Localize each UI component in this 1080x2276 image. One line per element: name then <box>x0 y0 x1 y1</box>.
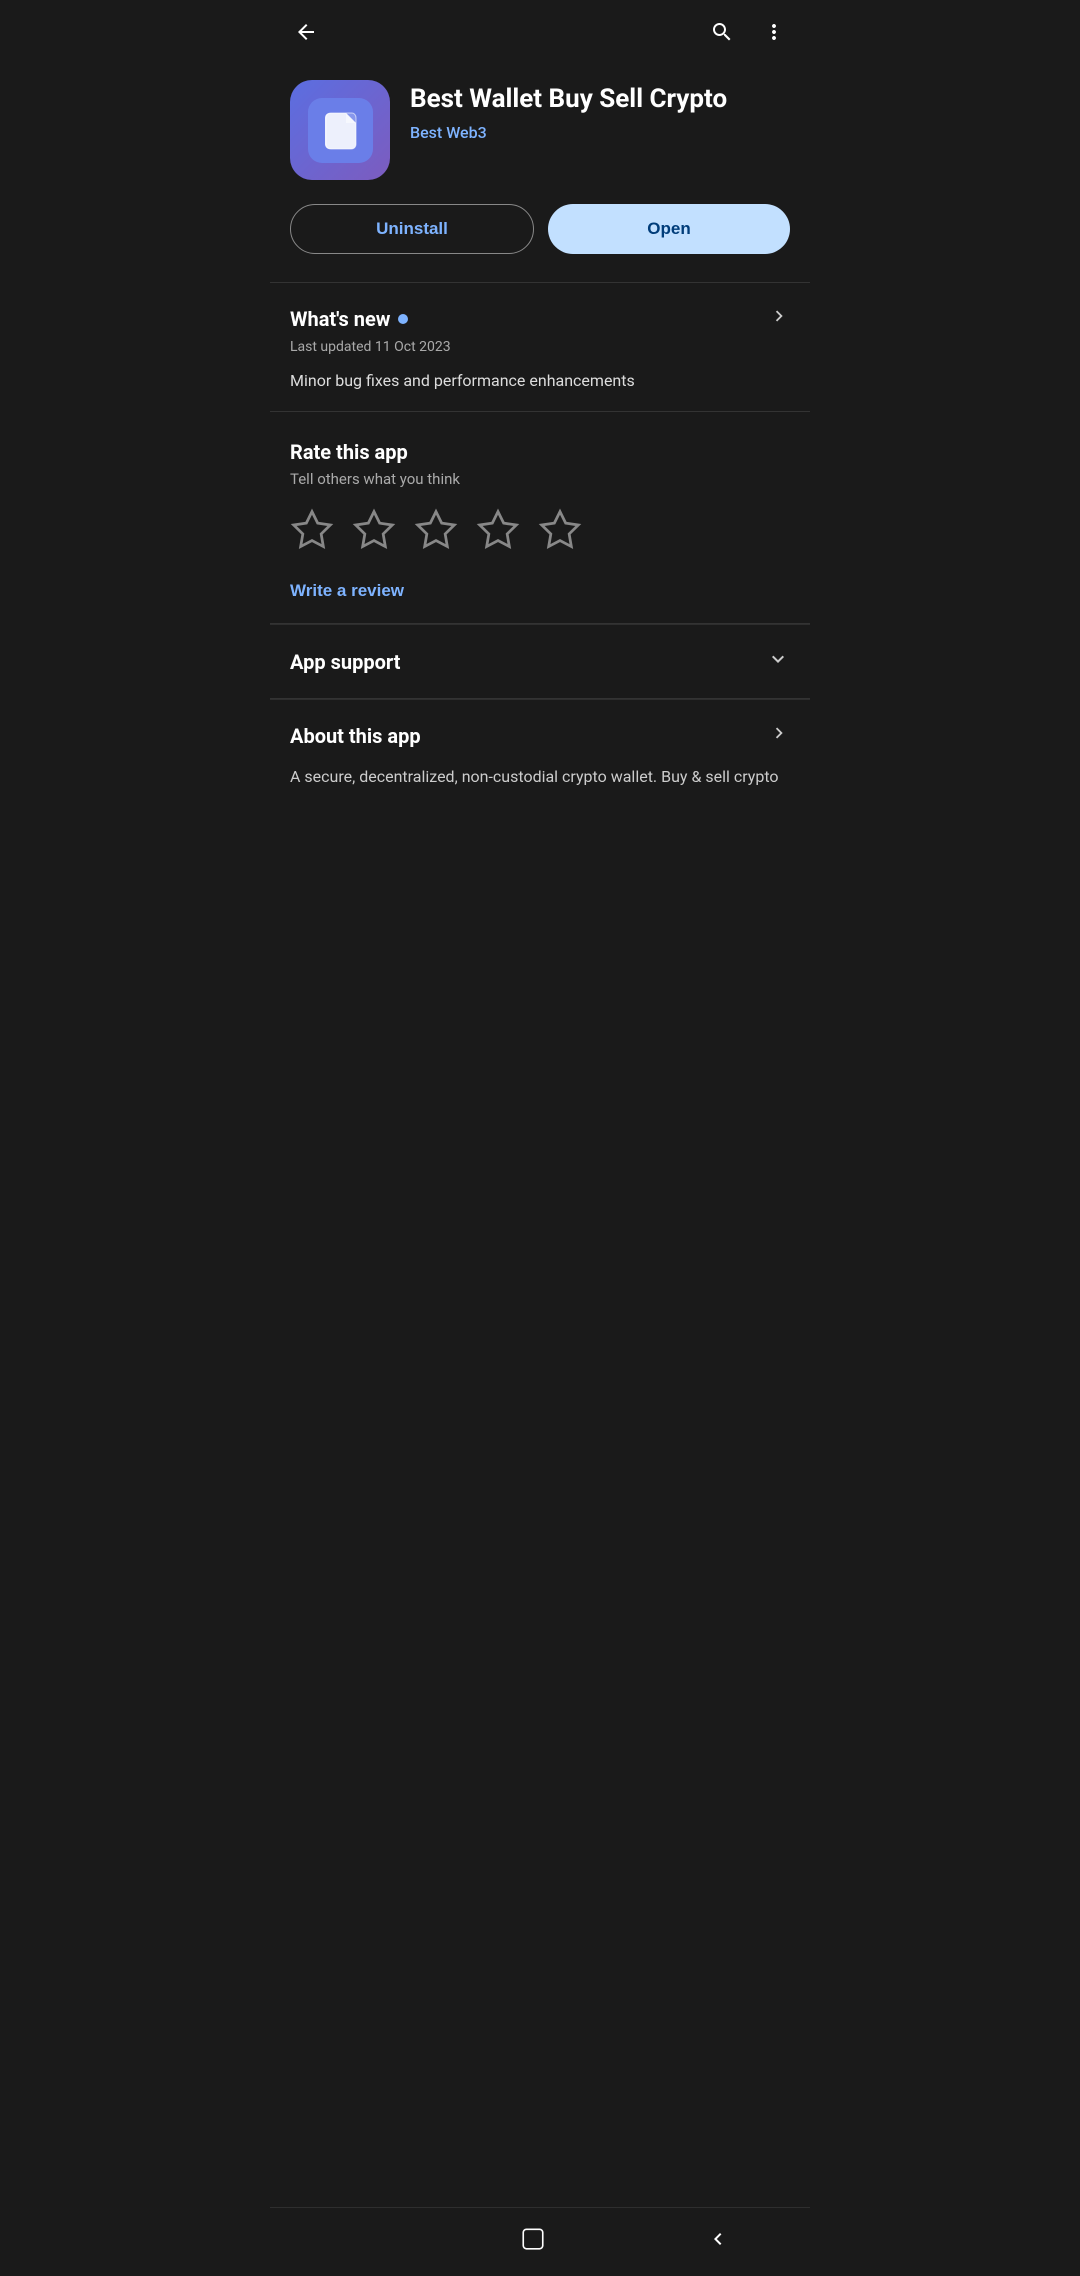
home-button[interactable] <box>500 2222 566 2256</box>
app-support-title: App support <box>290 650 400 674</box>
star-3-button[interactable] <box>414 508 458 559</box>
recent-apps-icon <box>350 2231 360 2247</box>
chevron-down-icon <box>766 647 790 676</box>
star-1-button[interactable] <box>290 508 334 559</box>
app-support-section[interactable]: App support <box>270 624 810 698</box>
action-buttons: Uninstall Open <box>270 204 810 282</box>
update-indicator-dot <box>398 314 408 324</box>
rate-subtitle: Tell others what you think <box>290 470 790 488</box>
open-button[interactable]: Open <box>548 204 790 254</box>
star-5-button[interactable] <box>538 508 582 559</box>
top-bar <box>270 0 810 64</box>
last-updated-text: Last updated 11 Oct 2023 <box>290 339 790 355</box>
app-header: Best Wallet Buy Sell Crypto Best Web3 <box>270 64 810 204</box>
rate-section: Rate this app Tell others what you think <box>270 412 810 623</box>
star-4-button[interactable] <box>476 508 520 559</box>
write-review-button[interactable]: Write a review <box>290 581 404 601</box>
whats-new-header: What's new <box>290 305 790 333</box>
app-info: Best Wallet Buy Sell Crypto Best Web3 <box>410 80 790 142</box>
whats-new-title: What's new <box>290 307 390 331</box>
about-arrow-button[interactable] <box>768 722 790 750</box>
stars-row <box>290 508 790 559</box>
home-icon <box>520 2226 546 2252</box>
whats-new-title-row: What's new <box>290 307 408 331</box>
bottom-nav-bar <box>270 2207 810 2276</box>
app-title: Best Wallet Buy Sell Crypto <box>410 84 790 115</box>
about-title: About this app <box>290 724 421 748</box>
whats-new-arrow-button[interactable] <box>768 305 790 333</box>
back-button[interactable] <box>290 16 322 48</box>
whats-new-description: Minor bug fixes and performance enhancem… <box>290 369 790 393</box>
about-header: About this app <box>290 722 790 750</box>
whats-new-section: What's new Last updated 11 Oct 2023 Mino… <box>270 283 810 411</box>
top-bar-actions <box>706 16 790 48</box>
more-options-button[interactable] <box>758 16 790 48</box>
app-developer: Best Web3 <box>410 123 790 142</box>
star-2-button[interactable] <box>352 508 396 559</box>
app-icon-wrapper <box>290 80 390 180</box>
back-nav-icon <box>706 2227 730 2251</box>
search-button[interactable] <box>706 16 738 48</box>
rate-title: Rate this app <box>290 440 790 464</box>
back-nav-button[interactable] <box>686 2223 750 2255</box>
about-section: About this app A secure, decentralized, … <box>270 699 810 806</box>
app-icon <box>290 80 390 180</box>
uninstall-button[interactable]: Uninstall <box>290 204 534 254</box>
recent-apps-button[interactable] <box>330 2227 380 2251</box>
about-description: A secure, decentralized, non-custodial c… <box>290 764 790 790</box>
